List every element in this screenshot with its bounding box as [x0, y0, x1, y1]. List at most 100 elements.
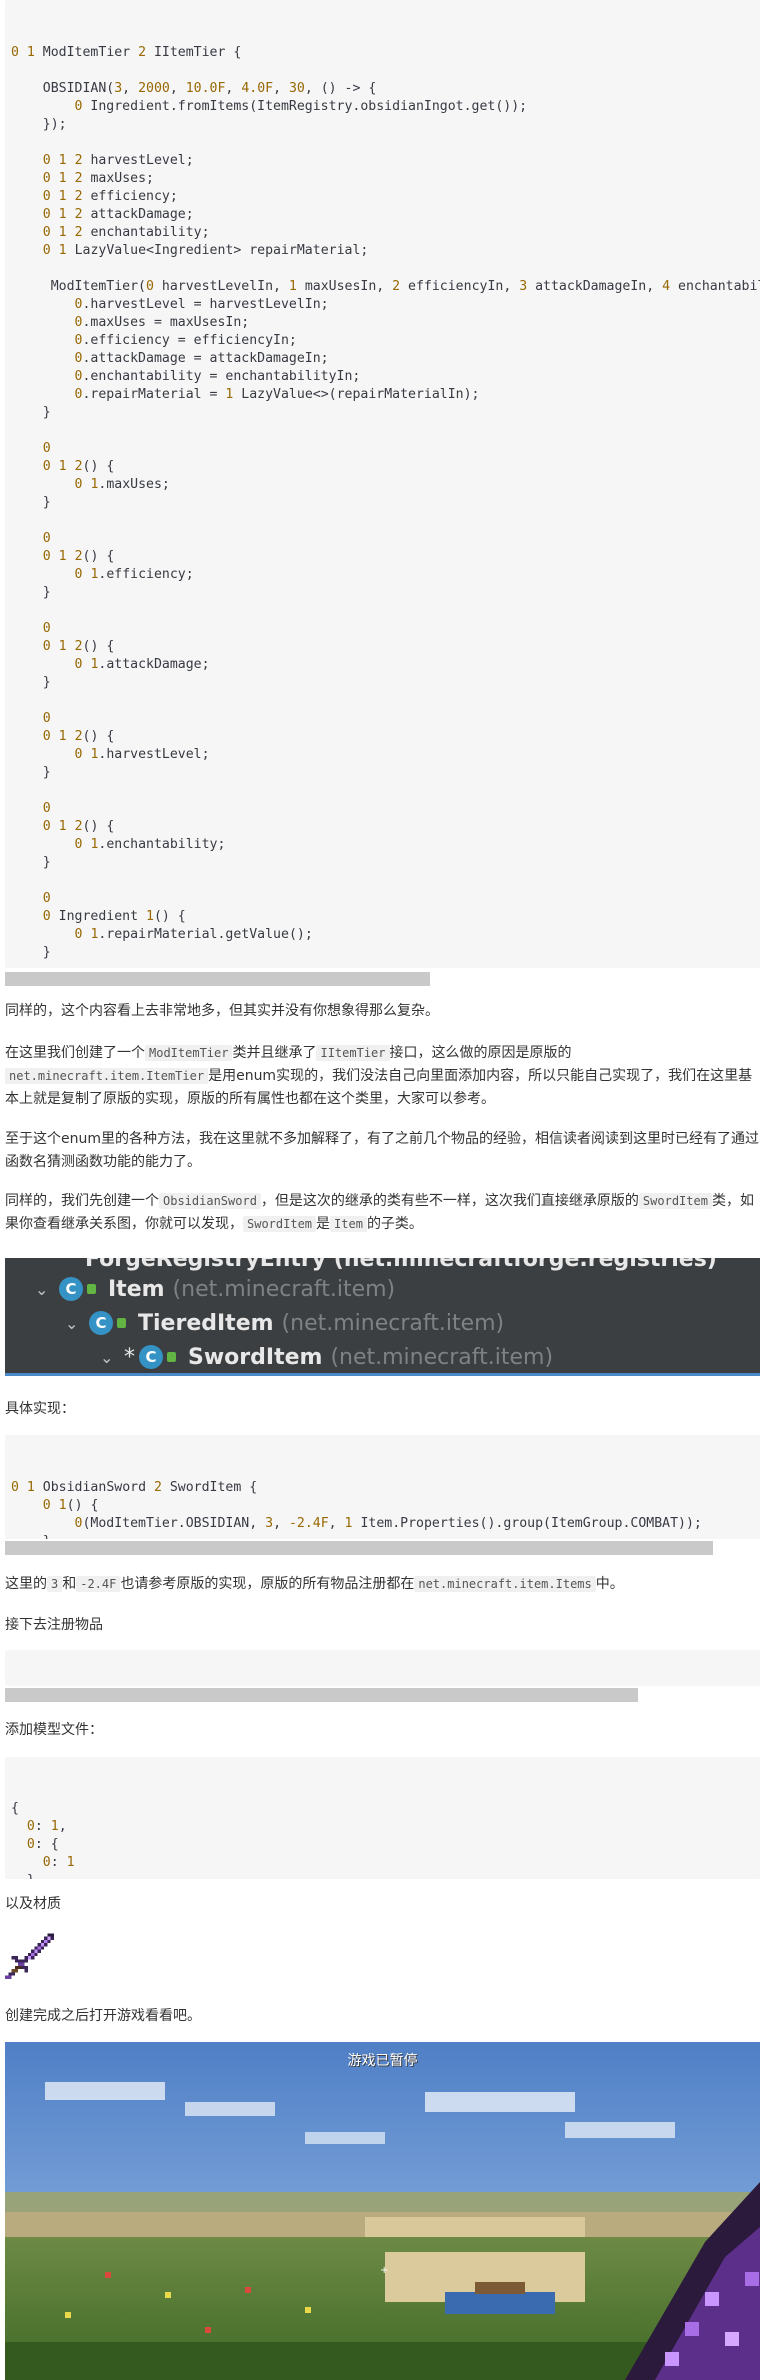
code-line: } — [11, 675, 51, 690]
code-line: ModItemTier(0 harvestLevelIn, 1 maxUsesI… — [11, 279, 760, 294]
code-line: 0 1() { — [42, 1498, 99, 1513]
chevron-down-icon: ⌄ — [65, 1313, 79, 1333]
code-line: { — [11, 1801, 19, 1816]
code-scrollbar[interactable] — [5, 972, 430, 986]
code-line: ​ — [11, 602, 754, 620]
tree-row-top: ForgeRegistryEntry (net.minecraftforge.r… — [85, 1258, 717, 1274]
text: ，但是这次的继承的类有些不一样，这次我们直接继承原版的 — [260, 1193, 639, 1209]
chevron-down-icon: ⌄ — [35, 1279, 49, 1299]
paragraph: 接下去注册物品 — [5, 1617, 103, 1633]
code-line: 0 — [42, 441, 51, 456]
code-line: 0 1.maxUses; — [74, 477, 170, 492]
code-line: 0 1 2 enchantability; — [42, 225, 210, 240]
text: 这里的 — [5, 1576, 47, 1592]
copy-icon[interactable] — [732, 8, 748, 24]
text: 在这里我们创建了一个 — [5, 1045, 145, 1061]
code-line: 0 Ingredient.fromItems(ItemRegistry.obsi… — [74, 99, 528, 114]
code-line: } — [11, 495, 51, 510]
game-screenshot: + 游戏已暂停 — [5, 2042, 760, 2380]
chevron-down-icon: ⌄ — [100, 1347, 114, 1367]
code-line: ​ — [11, 782, 754, 800]
hierarchy-screenshot: ForgeRegistryEntry (net.minecraftforge.r… — [5, 1258, 760, 1376]
code-line: }); — [11, 117, 67, 132]
class-icon: C — [59, 1277, 83, 1301]
code-line: ​ — [11, 512, 754, 530]
paragraph: 以及材质 — [5, 1896, 61, 1912]
code-line: } — [11, 405, 51, 420]
code-line: ​ — [11, 422, 754, 440]
code-line: 0: { — [26, 1837, 59, 1852]
code-lines: 0 1 ModItemTier 2 IItemTier { ​ OBSIDIAN(… — [5, 36, 760, 968]
code-line: ​ — [11, 962, 754, 968]
code-lines: 0 1 ObsidianSword 2 SwordItem { 0 1() { … — [5, 1471, 760, 1539]
text: 中。 — [595, 1576, 624, 1592]
code-line: } — [11, 855, 51, 870]
inline-code: SwordItem — [638, 1193, 712, 1209]
star-marker: * — [124, 1344, 135, 1370]
code-line: 0 1.repairMaterial.getValue(); — [74, 927, 313, 942]
crosshair-icon: + — [380, 2265, 388, 2276]
tree-class-package: (net.minecraft.item) — [281, 1310, 505, 1336]
code-line: 0 1 ModItemTier 2 IItemTier { — [11, 45, 242, 60]
code-line: 0 1 2() { — [42, 549, 115, 564]
tree-class-name: TieredItem — [138, 1310, 274, 1336]
inline-code: SwordItem — [243, 1216, 317, 1232]
code-line: 0 1.efficiency; — [74, 567, 194, 582]
copy-icon[interactable] — [732, 1443, 748, 1459]
code-line: 0 Ingredient 1() { — [42, 909, 186, 924]
code-line: 0 1 2() { — [42, 819, 115, 834]
lock-icon — [87, 1284, 96, 1294]
inline-code: ObsidianSword — [159, 1193, 261, 1209]
text: 同样的，我们先创建一个 — [5, 1193, 159, 1209]
tree-class-package: (net.minecraft.item) — [330, 1344, 554, 1370]
code-line: ​ — [11, 692, 754, 710]
code-line: 0 — [42, 621, 51, 636]
code-line: 0: 1, — [26, 1819, 67, 1834]
code-lines: { 0: 1, 0: { 0: 1 }} — [5, 1793, 760, 1879]
code-line: 0 — [42, 801, 51, 816]
class-icon: C — [139, 1345, 163, 1369]
code-line: 0.enchantability = enchantabilityIn; — [74, 369, 361, 384]
code-line: OBSIDIAN(3, 2000, 10.0F, 4.0F, 30, () ->… — [11, 81, 377, 96]
sword-texture-image — [5, 1930, 57, 1982]
class-icon: C — [89, 1311, 113, 1335]
code-scrollbar[interactable] — [5, 1688, 638, 1702]
code-line: } — [11, 1872, 754, 1879]
paragraph: 这里的 3 和 -2.4F 也请参考原版的实现，原版的所有物品注册都在 net.minec… — [5, 1573, 760, 1596]
code-line: 0.maxUses = maxUsesIn; — [74, 315, 250, 330]
paragraph: 同样的，我们先创建一个 ObsidianSword ，但是这次的继承的类有些不一样，… — [5, 1190, 760, 1236]
paragraph: 添加模型文件： — [5, 1722, 103, 1738]
code-line: 0.repairMaterial = 1 LazyValue<>(repairM… — [74, 387, 480, 402]
code-line: ​ — [11, 62, 754, 80]
code-line: 0 1 LazyValue<Ingredient> repairMaterial… — [42, 243, 369, 258]
copy-icon[interactable] — [732, 1660, 748, 1676]
code-line: 0 1.enchantability; — [74, 837, 226, 852]
tree-row-tiereditem: ⌄ C TieredItem (net.minecraft.item) — [65, 1308, 504, 1338]
code-line: 0.efficiency = efficiencyIn; — [74, 333, 297, 348]
tree-row-top-text: ForgeRegistryEntry (net.minecraftforge.r… — [85, 1258, 717, 1272]
code-line: } — [11, 1533, 754, 1539]
text: 和 — [62, 1576, 77, 1592]
lock-icon — [117, 1318, 126, 1328]
paragraph: 在这里我们创建了一个 ModItemTier 类并且继承了 IItemTier 接口，这… — [5, 1042, 760, 1111]
code-line: 0 1 ObsidianSword 2 SwordItem { — [11, 1480, 258, 1495]
inline-code: -2.4F — [76, 1576, 121, 1592]
copy-icon[interactable] — [732, 1765, 748, 1781]
code-block-register: 1 2 RegistryObject<Item> obsidianSword =… — [5, 1650, 760, 1686]
lock-icon — [167, 1352, 176, 1362]
code-line: ​ — [11, 872, 754, 890]
tree-class-name: Item — [108, 1276, 165, 1302]
code-line: 0 1.harvestLevel; — [74, 747, 210, 762]
code-line: } — [11, 765, 51, 780]
text: 是 — [316, 1216, 331, 1232]
code-scrollbar[interactable] — [5, 1541, 713, 1555]
code-line: } — [11, 585, 51, 600]
code-line: 0(ModItemTier.OBSIDIAN, 3, -2.4F, 1 Item… — [74, 1516, 702, 1531]
code-block-mod-item-tier: 0 1 ModItemTier 2 IItemTier { ​ OBSIDIAN(… — [5, 0, 760, 968]
code-line: 0 1 2() { — [42, 459, 115, 474]
code-line: 0 1 2 efficiency; — [42, 189, 178, 204]
inline-code: ModItemTier — [145, 1045, 233, 1061]
tree-row-sworditem: ⌄ * C SwordItem (net.minecraft.item) — [100, 1342, 553, 1372]
code-line: 0 — [42, 531, 51, 546]
code-line: 0 1 2 attackDamage; — [42, 207, 194, 222]
